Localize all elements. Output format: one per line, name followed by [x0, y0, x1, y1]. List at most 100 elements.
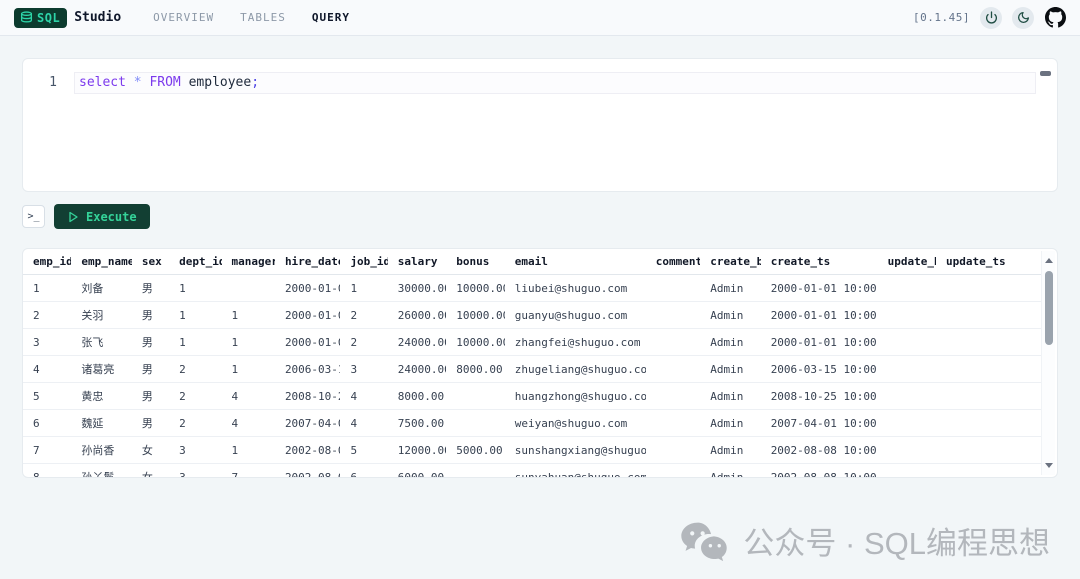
table-row[interactable]: 1刘备男12000-01-01130000.0010000.00liubei@s…	[23, 275, 1041, 302]
results-table: emp_idemp_namesexdept_idmanagerhire_date…	[23, 249, 1041, 477]
table-cell: 4	[340, 410, 387, 437]
table-cell: 男	[132, 302, 169, 329]
column-header-sex[interactable]: sex	[132, 249, 169, 275]
column-header-update_by[interactable]: update_by	[878, 249, 936, 275]
top-navbar: SQL Studio OVERVIEW TABLES QUERY [0.1.45…	[0, 0, 1080, 36]
table-cell: 7500.00	[388, 410, 446, 437]
table-cell: 10000.00	[446, 329, 504, 356]
column-header-bonus[interactable]: bonus	[446, 249, 504, 275]
column-header-comments[interactable]: comments	[646, 249, 700, 275]
table-cell: 1	[23, 275, 71, 302]
table-cell	[646, 437, 700, 464]
table-cell: 1	[222, 302, 275, 329]
column-header-manager[interactable]: manager	[222, 249, 275, 275]
table-cell: 刘备	[71, 275, 131, 302]
column-header-hire_date[interactable]: hire_date	[275, 249, 341, 275]
table-cell	[878, 383, 936, 410]
table-cell: 孙丫鬟	[71, 464, 131, 478]
editor-line: 1 select * FROM employee;	[23, 73, 1057, 93]
column-header-job_id[interactable]: job_id	[340, 249, 387, 275]
table-row[interactable]: 5黄忠男242008-10-2548000.00huangzhong@shugu…	[23, 383, 1041, 410]
table-cell: 6	[340, 464, 387, 478]
column-header-update_ts[interactable]: update_ts	[936, 249, 1041, 275]
scrollbar-thumb[interactable]	[1045, 271, 1053, 345]
table-cell: 2008-10-25 10:00:00	[761, 383, 878, 410]
column-header-email[interactable]: email	[505, 249, 646, 275]
nav-tab-query[interactable]: QUERY	[312, 11, 350, 24]
table-cell: sunyahuan@shuguo.com	[505, 464, 646, 478]
column-header-create_by[interactable]: create_by	[700, 249, 760, 275]
table-cell: Admin	[700, 329, 760, 356]
execute-button[interactable]: Execute	[54, 204, 150, 229]
table-cell	[646, 275, 700, 302]
watermark-text: 公众号 · SQL编程思想	[743, 518, 1050, 563]
scrollbar-up-arrow-icon[interactable]	[1045, 258, 1053, 263]
table-cell: 2000-01-01 10:00:00	[761, 302, 878, 329]
table-row[interactable]: 6魏延男242007-04-0147500.00weiyan@shuguo.co…	[23, 410, 1041, 437]
table-cell: 关羽	[71, 302, 131, 329]
table-cell	[878, 410, 936, 437]
wechat-icon	[680, 521, 730, 561]
table-row[interactable]: 7孙尚香女312002-08-08512000.005000.00sunshan…	[23, 437, 1041, 464]
table-cell: 2	[169, 410, 221, 437]
table-cell	[878, 437, 936, 464]
table-cell: 魏延	[71, 410, 131, 437]
table-cell: huangzhong@shuguo.com	[505, 383, 646, 410]
table-cell: Admin	[700, 437, 760, 464]
table-cell: 30000.00	[388, 275, 446, 302]
table-cell	[936, 437, 1041, 464]
app-logo[interactable]: SQL	[14, 8, 67, 28]
table-cell	[646, 356, 700, 383]
results-scrollbar[interactable]	[1041, 251, 1055, 475]
table-cell: 4	[222, 410, 275, 437]
column-header-emp_name[interactable]: emp_name	[71, 249, 131, 275]
table-row[interactable]: 8孙丫鬟女372002-08-0866000.00sunyahuan@shugu…	[23, 464, 1041, 478]
column-header-emp_id[interactable]: emp_id	[23, 249, 71, 275]
terminal-toggle-button[interactable]: >_	[22, 205, 45, 228]
nav-tab-overview[interactable]: OVERVIEW	[153, 11, 214, 24]
column-header-salary[interactable]: salary	[388, 249, 446, 275]
column-header-dept_id[interactable]: dept_id	[169, 249, 221, 275]
database-icon	[20, 11, 33, 24]
editor-scrollbar-thumb[interactable]	[1040, 71, 1051, 76]
table-cell	[646, 302, 700, 329]
sql-identifier: employee	[189, 75, 252, 90]
sql-keyword: FROM	[149, 75, 188, 90]
line-number: 1	[23, 73, 75, 93]
sql-editor[interactable]: 1 select * FROM employee;	[22, 58, 1058, 192]
navbar-right: [0.1.45]	[913, 7, 1066, 29]
scrollbar-down-arrow-icon[interactable]	[1045, 463, 1053, 468]
query-toolbar: >_ Execute	[22, 204, 150, 229]
table-cell: 2007-04-01	[275, 410, 341, 437]
theme-toggle-button[interactable]	[1012, 7, 1034, 29]
table-cell	[878, 356, 936, 383]
table-header-row: emp_idemp_namesexdept_idmanagerhire_date…	[23, 249, 1041, 275]
main-nav: OVERVIEW TABLES QUERY	[153, 11, 350, 24]
table-cell: 男	[132, 356, 169, 383]
table-cell: 孙尚香	[71, 437, 131, 464]
table-cell: 24000.00	[388, 356, 446, 383]
column-header-create_ts[interactable]: create_ts	[761, 249, 878, 275]
table-cell: 3	[169, 464, 221, 478]
table-cell	[446, 383, 504, 410]
table-cell: 5000.00	[446, 437, 504, 464]
table-cell: 10000.00	[446, 302, 504, 329]
table-cell	[936, 464, 1041, 478]
code-content[interactable]: select * FROM employee;	[75, 73, 1035, 93]
table-row[interactable]: 3张飞男112000-01-01224000.0010000.00zhangfe…	[23, 329, 1041, 356]
table-row[interactable]: 2关羽男112000-01-01226000.0010000.00guanyu@…	[23, 302, 1041, 329]
nav-tab-tables[interactable]: TABLES	[240, 11, 286, 24]
table-cell: 6000.00	[388, 464, 446, 478]
github-link[interactable]	[1044, 7, 1066, 29]
table-cell	[646, 383, 700, 410]
table-row[interactable]: 4诸葛亮男212006-03-15324000.008000.00zhugeli…	[23, 356, 1041, 383]
table-cell: 女	[132, 464, 169, 478]
table-cell: 2	[169, 383, 221, 410]
execute-button-label: Execute	[86, 210, 137, 224]
table-cell: sunshangxiang@shuguo.com	[505, 437, 646, 464]
table-cell	[878, 464, 936, 478]
table-cell: 张飞	[71, 329, 131, 356]
results-table-wrap: emp_idemp_namesexdept_idmanagerhire_date…	[23, 249, 1041, 477]
table-cell: 1	[222, 329, 275, 356]
power-button[interactable]	[980, 7, 1002, 29]
